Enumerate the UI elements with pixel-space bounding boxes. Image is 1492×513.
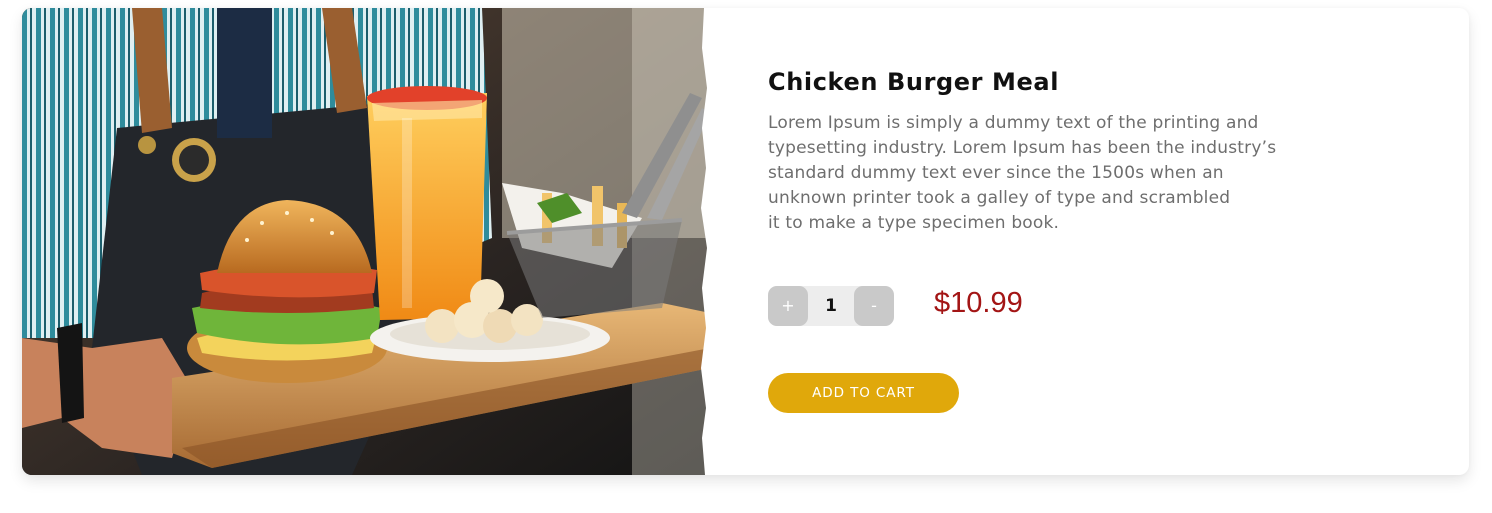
- description-line: standard dummy text ever since the 1500s…: [768, 163, 1224, 183]
- product-card: Chicken Burger Meal Lorem Ipsum is simpl…: [22, 8, 1469, 475]
- quantity-value[interactable]: 1: [808, 286, 854, 326]
- product-info: Chicken Burger Meal Lorem Ipsum is simpl…: [768, 8, 1368, 475]
- product-image: [22, 8, 710, 475]
- decrease-quantity-button[interactable]: -: [854, 286, 894, 326]
- description-line: Lorem Ipsum is simply a dummy text of th…: [768, 113, 1259, 133]
- product-price: $10.99: [934, 287, 1023, 319]
- product-description: Lorem Ipsum is simply a dummy text of th…: [768, 111, 1308, 236]
- description-line: typesetting industry. Lorem Ipsum has be…: [768, 138, 1277, 158]
- product-title: Chicken Burger Meal: [768, 68, 1060, 96]
- description-line: it to make a type specimen book.: [768, 213, 1060, 233]
- add-to-cart-button[interactable]: ADD TO CART: [768, 373, 959, 413]
- quantity-stepper: + 1 -: [768, 286, 894, 326]
- description-line: unknown printer took a galley of type an…: [768, 188, 1231, 208]
- increase-quantity-button[interactable]: +: [768, 286, 808, 326]
